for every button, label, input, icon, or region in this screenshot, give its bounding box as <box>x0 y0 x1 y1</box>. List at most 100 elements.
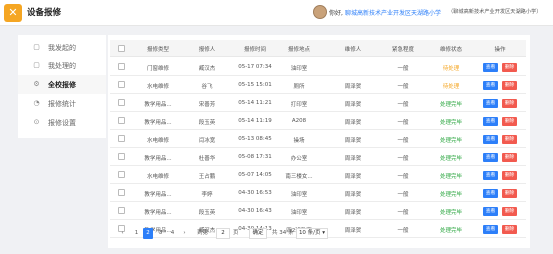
cell-location: 油印室 <box>290 66 308 72</box>
cell-type: 教学用品... <box>144 120 172 126</box>
cell-urgency: 一般 <box>397 84 409 90</box>
column-header: 操作 <box>494 47 506 53</box>
cell-time: 05-14 11:19 <box>238 118 272 124</box>
row-checkbox[interactable] <box>118 117 125 124</box>
table-row: 教学用品... 李婷 04-30 16:53 油印室 周泽贺 一般 处理完毕 查看 删除 <box>110 184 526 202</box>
delete-button[interactable]: 删除 <box>502 135 517 144</box>
cell-location: 办公室 <box>290 156 308 162</box>
sidebar-item-label: 报修统计 <box>48 100 76 108</box>
next-page-button[interactable]: › <box>180 228 189 239</box>
cell-location: A208 <box>291 118 307 124</box>
view-button[interactable]: 查看 <box>483 189 498 198</box>
cell-type: 门窗维修 <box>146 66 170 72</box>
delete-button[interactable]: 删除 <box>502 153 517 162</box>
pagination: ‹ 1 2 3 4 › 到第 2 页 确定 共 34 条 10 条/页 ▾ <box>116 228 416 240</box>
select-all-checkbox[interactable] <box>118 45 125 52</box>
goto-page-input[interactable]: 2 <box>216 228 230 239</box>
delete-button[interactable]: 删除 <box>502 81 517 90</box>
cell-time: 05-15 15:01 <box>238 82 272 88</box>
cell-reporter: 谷飞 <box>201 84 213 90</box>
cell-reporter: 闫冰宽 <box>198 138 216 144</box>
app-title: 设备报修 <box>27 8 62 18</box>
view-button[interactable]: 查看 <box>483 99 498 108</box>
sidebar-item-handled[interactable]: ▢ 我处理的 <box>18 56 106 75</box>
sidebar-item-school-repairs[interactable]: ⚙ 全校报修 <box>18 75 106 94</box>
page-button[interactable]: 4 <box>168 228 177 239</box>
cell-status: 待处理 <box>442 66 460 72</box>
view-button[interactable]: 查看 <box>483 81 498 90</box>
goto-suffix: 页 <box>233 230 239 236</box>
row-checkbox[interactable] <box>118 81 125 88</box>
avatar[interactable] <box>313 5 327 19</box>
cell-type: 水电维修 <box>146 174 170 180</box>
delete-button[interactable]: 删除 <box>502 189 517 198</box>
delete-button[interactable]: 删除 <box>502 207 517 216</box>
cell-repairer: 周泽贺 <box>344 102 362 108</box>
view-button[interactable]: 查看 <box>483 153 498 162</box>
prev-page-button[interactable]: ‹ <box>118 228 127 239</box>
cell-status: 处理完毕 <box>439 120 463 126</box>
greeting-text: 你好, <box>329 10 343 17</box>
delete-button[interactable]: 删除 <box>502 117 517 126</box>
sidebar-item-label: 报修设置 <box>48 119 76 127</box>
sidebar-item-settings[interactable]: ⊙ 报修设置 <box>18 113 106 132</box>
cell-urgency: 一般 <box>397 192 409 198</box>
cell-reporter: 杜善华 <box>198 156 216 162</box>
row-checkbox[interactable] <box>118 207 125 214</box>
sidebar-item-label: 我处理的 <box>48 62 76 70</box>
table-row: 水电维修 闫冰宽 05-13 08:45 操场 周泽贺 一般 处理完毕 查看 删除 <box>110 130 526 148</box>
confirm-button[interactable]: 确定 <box>249 228 267 239</box>
cell-location: 厕所 <box>293 84 305 90</box>
page-size-select[interactable]: 10 条/页 ▾ <box>296 228 328 239</box>
cell-repairer: 周泽贺 <box>344 210 362 216</box>
cell-type: 水电维修 <box>146 84 170 90</box>
column-header: 报修地点 <box>287 47 311 53</box>
view-button[interactable]: 查看 <box>483 225 498 234</box>
cell-reporter: 段玉英 <box>198 120 216 126</box>
cell-type: 教学用品... <box>144 102 172 108</box>
cell-status: 处理完毕 <box>439 210 463 216</box>
view-button[interactable]: 查看 <box>483 117 498 126</box>
row-checkbox[interactable] <box>118 171 125 178</box>
row-checkbox[interactable] <box>118 189 125 196</box>
page-button[interactable]: 1 <box>132 228 141 239</box>
view-button[interactable]: 查看 <box>483 207 498 216</box>
cell-status: 处理完毕 <box>439 192 463 198</box>
table-row: 水电维修 王占鹏 05-07 14:05 南三楼女... 周泽贺 一般 处理完毕 查看 删除 <box>110 166 526 184</box>
delete-button[interactable]: 删除 <box>502 171 517 180</box>
cell-time: 05-07 14:05 <box>238 172 272 178</box>
sidebar-item-statistics[interactable]: ◔ 报修统计 <box>18 94 106 113</box>
row-checkbox[interactable] <box>118 153 125 160</box>
cell-repairer: 周泽贺 <box>344 156 362 162</box>
settings-icon: ⊙ <box>33 118 40 126</box>
view-button[interactable]: 查看 <box>483 63 498 72</box>
cell-repairer: 周泽贺 <box>344 120 362 126</box>
page-button-current[interactable]: 2 <box>143 228 153 239</box>
cell-location: 打印室 <box>290 102 308 108</box>
delete-button[interactable]: 删除 <box>502 99 517 108</box>
view-button[interactable]: 查看 <box>483 135 498 144</box>
cell-repairer: 周泽贺 <box>344 138 362 144</box>
page-button[interactable]: 3 <box>156 228 165 239</box>
cell-status: 处理完毕 <box>439 102 463 108</box>
cell-time: 05-14 11:21 <box>238 100 272 106</box>
cell-status: 处理完毕 <box>439 138 463 144</box>
table-row: 教学用品... 宋善芳 05-14 11:21 打印室 周泽贺 一般 处理完毕 查看 删除 <box>110 94 526 112</box>
row-checkbox[interactable] <box>118 63 125 70</box>
cell-urgency: 一般 <box>397 156 409 162</box>
delete-button[interactable]: 删除 <box>502 63 517 72</box>
cell-repairer: 周泽贺 <box>344 174 362 180</box>
row-checkbox[interactable] <box>118 135 125 142</box>
row-checkbox[interactable] <box>118 99 125 106</box>
column-header: 报修人 <box>198 47 216 53</box>
delete-button[interactable]: 删除 <box>502 225 517 234</box>
cell-time: 05-13 08:45 <box>238 136 272 142</box>
wrench-icon: ✕ <box>4 4 22 22</box>
cell-type: 水电维修 <box>146 138 170 144</box>
view-button[interactable]: 查看 <box>483 171 498 180</box>
cell-repairer: 周泽贺 <box>344 84 362 90</box>
cell-status: 处理完毕 <box>439 228 463 234</box>
school-link[interactable]: 聊城高新技术产业开发区天湖路小学 <box>345 8 441 17</box>
repair-list-panel: 报修类型 报修人 报修时间 报修地点 维修人 紧急程度 维修状态 操作 门窗维修… <box>108 35 530 248</box>
sidebar-item-initiated[interactable]: ▢ 我发起的 <box>18 38 106 57</box>
